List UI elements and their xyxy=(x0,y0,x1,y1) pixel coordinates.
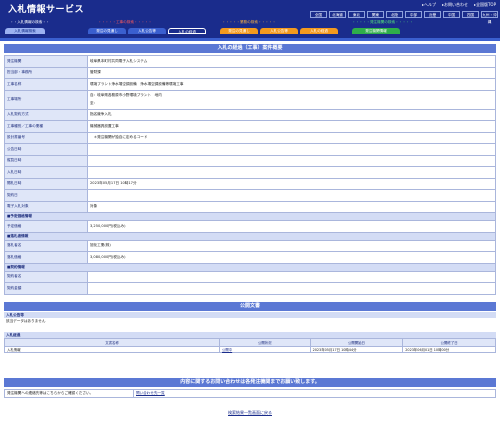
region-kanto[interactable]: 関東 xyxy=(367,11,384,18)
order-category-label: ・・・・・発注機関の検索・・・・・ xyxy=(352,20,414,24)
table-row: 工事名称 環境プラント浄水場空調設備 浄水場空調設備等環境工事 xyxy=(4,78,496,91)
help-link[interactable]: ▸ヘルプ xyxy=(422,2,436,8)
tab-consulting-notices[interactable]: 入札公告等 xyxy=(260,28,298,34)
contact-table: 発注機関への連絡先等はこちらからご確認ください。 問い合わせ先一覧 xyxy=(4,389,496,398)
winner-group-header: ■落札者情報 xyxy=(4,231,496,241)
document-status-link[interactable]: 公開中 xyxy=(222,348,232,352)
table-row: 担当部・事務所 管財課 xyxy=(4,66,496,79)
location-from: 自：岐阜県各務原市小野環境プラント 地内 xyxy=(90,93,162,97)
region-selector: 全国 北海道 東北 関東 北陸 中部 近畿 中国 四国 九州・沖縄 xyxy=(310,11,498,24)
tab-consulting-progress[interactable]: 入札の経過 xyxy=(300,28,338,34)
construction-category-label: ・・・・・工事の検索・・・・・ xyxy=(98,20,152,24)
tab-construction-progress[interactable]: 入札の経過 xyxy=(168,28,206,34)
app-title[interactable]: 入札情報サービス xyxy=(8,2,84,15)
region-kinki[interactable]: 近畿 xyxy=(424,11,441,18)
table-row: 公告日時 xyxy=(4,143,496,156)
table-row: 縦覧日時 xyxy=(4,154,496,167)
search-category-label: ・・入札情報の検索・・ xyxy=(10,20,50,24)
table-row: 開札日時 2023年05月17日 10時17分 xyxy=(4,177,496,190)
contact-link[interactable]: ▸お問い合わせ xyxy=(442,2,468,8)
consulting-category-label: ・・・・・業務の検索・・・・・ xyxy=(222,20,276,24)
region-kyushu[interactable]: 九州・沖縄 xyxy=(481,11,498,24)
contact-list-link[interactable]: 問い合わせ先一覧 xyxy=(136,391,165,395)
region-tohoku[interactable]: 東北 xyxy=(348,11,365,18)
tab-consulting-outlook[interactable]: 発注の見通し xyxy=(220,28,258,34)
table-row: 契約者名 xyxy=(4,270,496,283)
top-page-link[interactable]: ▸全国版TOP xyxy=(474,2,496,8)
tab-order-agency-info[interactable]: 発注機関情報 xyxy=(352,28,400,34)
region-shikoku[interactable]: 四国 xyxy=(462,11,479,18)
tab-construction-notices[interactable]: 入札公告等 xyxy=(128,28,166,34)
table-row: 落札者名 旭化工業(株) xyxy=(4,239,496,252)
table-row: 入札情報 公開中 2023年05月17日 10時44分 2023年06月01日 … xyxy=(4,346,496,353)
table-header-row: 文書名称 公開状況 公開開始日 公開終了日 xyxy=(4,338,496,347)
tab-construction-outlook[interactable]: 発注の見通し xyxy=(88,28,126,34)
top-links: ▸ヘルプ ▸お問い合わせ ▸全国版TOP xyxy=(422,2,496,8)
public-docs-title: 公開文書 xyxy=(4,302,496,311)
header-subbar xyxy=(0,38,500,41)
table-row: 契約金額 xyxy=(4,282,496,295)
contact-title: 内容に関するお問い合わせは各発注機関までお願い致します。 xyxy=(4,378,496,387)
progress-block: 入札経過 文書名称 公開状況 公開開始日 公開終了日 入札情報 公開中 2023… xyxy=(4,332,496,353)
table-row: 電子入札対象 対象 xyxy=(4,200,496,213)
notice-block: 入札公告等 該当データはありません xyxy=(4,312,496,325)
table-row: 予定価格 3,250,000円(税込み) xyxy=(4,220,496,233)
table-row: 工事種別／工事の業種 機械器具設置工事 xyxy=(4,120,496,133)
price-group-header: ■予定価格情報 xyxy=(4,212,496,221)
table-row: 入札日時 xyxy=(4,166,496,179)
region-hokkaido[interactable]: 北海道 xyxy=(329,11,346,18)
region-national[interactable]: 全国 xyxy=(310,11,327,18)
contact-label: 発注機関への連絡先等はこちらからご確認ください。 xyxy=(4,389,134,398)
region-hokuriku[interactable]: 北陸 xyxy=(386,11,403,18)
table-row: 入札契約方式 指名競争入札 xyxy=(4,108,496,121)
project-detail-table: 発注機関 岐阜県本町村共同電子入札システム 担当部・事務所 管財課 工事名称 環境プラ… xyxy=(4,55,496,295)
detail-title: 入札の経過（工事）案件概要 xyxy=(4,44,496,53)
back-to-results-link[interactable]: 検索結果一覧画面に戻る xyxy=(228,410,272,415)
table-row: 設計書番号 ＊発注機関が独自に定めるコード xyxy=(4,131,496,144)
table-row: 発注機関への連絡先等はこちらからご確認ください。 問い合わせ先一覧 xyxy=(4,389,496,398)
back-area: 検索結果一覧画面に戻る xyxy=(0,410,500,416)
region-chugoku[interactable]: 中国 xyxy=(443,11,460,18)
table-row: 発注機関 岐阜県本町村共同電子入札システム xyxy=(4,55,496,68)
documents-table: 文書名称 公開状況 公開開始日 公開終了日 入札情報 公開中 2023年05月1… xyxy=(4,338,496,353)
table-row: 落札価格 3,080,000円(税込み) xyxy=(4,251,496,264)
notice-empty-text: 該当データはありません xyxy=(6,319,46,323)
header: 入札情報サービス ▸ヘルプ ▸お問い合わせ ▸全国版TOP 全国 北海道 東北 … xyxy=(0,0,500,38)
contract-group-header: ■契約情報 xyxy=(4,262,496,272)
tab-bid-search[interactable]: 入札情報検索 xyxy=(5,28,45,34)
region-chubu[interactable]: 中部 xyxy=(405,11,422,18)
location-to: 至： xyxy=(90,101,98,105)
table-row: 契約日 xyxy=(4,189,496,202)
table-row: 工事場所 自：岐阜県各務原市小野環境プラント 地内 至： xyxy=(4,89,496,110)
